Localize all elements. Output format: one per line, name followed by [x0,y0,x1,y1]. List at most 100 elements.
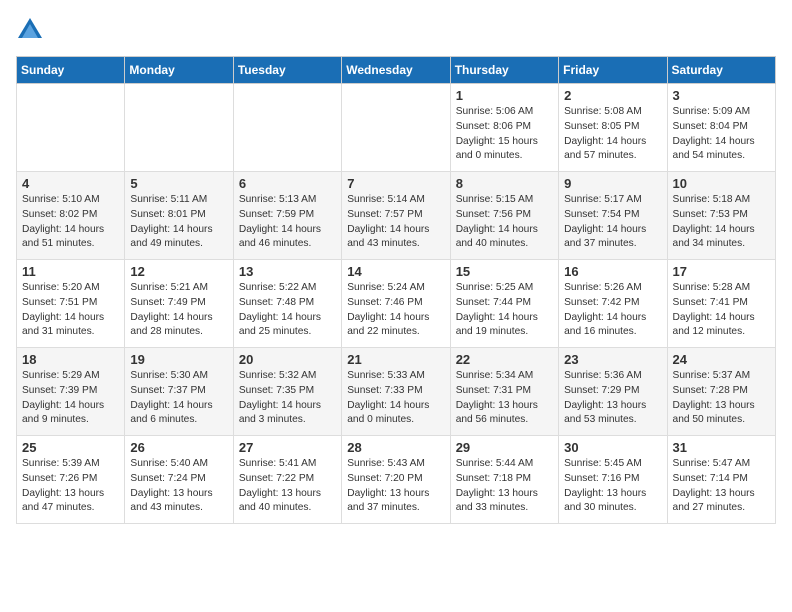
calendar-cell: 12 Sunrise: 5:21 AM Sunset: 7:49 PM Dayli… [125,260,233,348]
calendar-cell: 27 Sunrise: 5:41 AM Sunset: 7:22 PM Dayli… [233,436,341,524]
header-row: SundayMondayTuesdayWednesdayThursdayFrid… [17,57,776,84]
cell-content: Sunrise: 5:34 AM Sunset: 7:31 PM Dayligh… [456,369,553,428]
day-number: 8 [456,176,553,191]
calendar-cell: 29 Sunrise: 5:44 AM Sunset: 7:18 PM Dayli… [450,436,558,524]
calendar-cell: 3 Sunrise: 5:09 AM Sunset: 8:04 PM Daylig… [667,84,775,172]
day-number: 9 [564,176,661,191]
header-tuesday: Tuesday [233,57,341,84]
cell-content: Sunrise: 5:32 AM Sunset: 7:35 PM Dayligh… [239,369,336,428]
day-number: 2 [564,88,661,103]
day-number: 22 [456,352,553,367]
day-number: 11 [22,264,119,279]
day-number: 14 [347,264,444,279]
calendar-cell: 2 Sunrise: 5:08 AM Sunset: 8:05 PM Daylig… [559,84,667,172]
cell-content: Sunrise: 5:30 AM Sunset: 7:37 PM Dayligh… [130,369,227,428]
calendar-cell [342,84,450,172]
calendar-cell: 23Sunrise: 5:36 AM Sunset: 7:29 PM Dayli… [559,348,667,436]
calendar-cell: 22 Sunrise: 5:34 AM Sunset: 7:31 PM Dayli… [450,348,558,436]
calendar-cell: 17 Sunrise: 5:28 AM Sunset: 7:41 PM Dayli… [667,260,775,348]
calendar-cell: 20 Sunrise: 5:32 AM Sunset: 7:35 PM Dayli… [233,348,341,436]
cell-content: Sunrise: 5:45 AM Sunset: 7:16 PM Dayligh… [564,457,661,516]
day-number: 25 [22,440,119,455]
week-row-4: 18Sunrise: 5:29 AM Sunset: 7:39 PM Dayli… [17,348,776,436]
calendar-cell: 28 Sunrise: 5:43 AM Sunset: 7:20 PM Dayli… [342,436,450,524]
cell-content: Sunrise: 5:28 AM Sunset: 7:41 PM Dayligh… [673,281,770,340]
page-header [16,16,776,44]
cell-content: Sunrise: 5:25 AM Sunset: 7:44 PM Dayligh… [456,281,553,340]
day-number: 15 [456,264,553,279]
cell-content: Sunrise: 5:11 AM Sunset: 8:01 PM Dayligh… [130,193,227,252]
day-number: 16 [564,264,661,279]
cell-content: Sunrise: 5:22 AM Sunset: 7:48 PM Dayligh… [239,281,336,340]
calendar-cell: 9 Sunrise: 5:17 AM Sunset: 7:54 PM Daylig… [559,172,667,260]
cell-content: Sunrise: 5:18 AM Sunset: 7:53 PM Dayligh… [673,193,770,252]
week-row-1: 1 Sunrise: 5:06 AM Sunset: 8:06 PM Daylig… [17,84,776,172]
day-number: 29 [456,440,553,455]
day-number: 1 [456,88,553,103]
calendar-cell: 18Sunrise: 5:29 AM Sunset: 7:39 PM Dayli… [17,348,125,436]
logo [16,16,48,44]
cell-content: Sunrise: 5:14 AM Sunset: 7:57 PM Dayligh… [347,193,444,252]
cell-content: Sunrise: 5:06 AM Sunset: 8:06 PM Dayligh… [456,105,553,164]
calendar-cell: 16Sunrise: 5:26 AM Sunset: 7:42 PM Dayli… [559,260,667,348]
cell-content: Sunrise: 5:33 AM Sunset: 7:33 PM Dayligh… [347,369,444,428]
cell-content: Sunrise: 5:15 AM Sunset: 7:56 PM Dayligh… [456,193,553,252]
logo-icon [16,16,44,44]
cell-content: Sunrise: 5:20 AM Sunset: 7:51 PM Dayligh… [22,281,119,340]
day-number: 10 [673,176,770,191]
cell-content: Sunrise: 5:44 AM Sunset: 7:18 PM Dayligh… [456,457,553,516]
cell-content: Sunrise: 5:39 AM Sunset: 7:26 PM Dayligh… [22,457,119,516]
calendar-cell: 5 Sunrise: 5:11 AM Sunset: 8:01 PM Daylig… [125,172,233,260]
calendar-cell: 26Sunrise: 5:40 AM Sunset: 7:24 PM Dayli… [125,436,233,524]
day-number: 24 [673,352,770,367]
calendar-cell: 8 Sunrise: 5:15 AM Sunset: 7:56 PM Daylig… [450,172,558,260]
calendar-cell [233,84,341,172]
header-thursday: Thursday [450,57,558,84]
day-number: 31 [673,440,770,455]
week-row-5: 25 Sunrise: 5:39 AM Sunset: 7:26 PM Dayli… [17,436,776,524]
calendar-cell [17,84,125,172]
header-friday: Friday [559,57,667,84]
calendar-cell: 7 Sunrise: 5:14 AM Sunset: 7:57 PM Daylig… [342,172,450,260]
day-number: 18 [22,352,119,367]
cell-content: Sunrise: 5:13 AM Sunset: 7:59 PM Dayligh… [239,193,336,252]
calendar-cell: 11 Sunrise: 5:20 AM Sunset: 7:51 PM Dayli… [17,260,125,348]
day-number: 6 [239,176,336,191]
cell-content: Sunrise: 5:43 AM Sunset: 7:20 PM Dayligh… [347,457,444,516]
week-row-2: 4 Sunrise: 5:10 AM Sunset: 8:02 PM Daylig… [17,172,776,260]
calendar-cell: 31 Sunrise: 5:47 AM Sunset: 7:14 PM Dayli… [667,436,775,524]
calendar-cell: 6 Sunrise: 5:13 AM Sunset: 7:59 PM Daylig… [233,172,341,260]
cell-content: Sunrise: 5:24 AM Sunset: 7:46 PM Dayligh… [347,281,444,340]
cell-content: Sunrise: 5:47 AM Sunset: 7:14 PM Dayligh… [673,457,770,516]
calendar-cell: 15 Sunrise: 5:25 AM Sunset: 7:44 PM Dayli… [450,260,558,348]
day-number: 27 [239,440,336,455]
day-number: 4 [22,176,119,191]
cell-content: Sunrise: 5:17 AM Sunset: 7:54 PM Dayligh… [564,193,661,252]
calendar-cell: 4 Sunrise: 5:10 AM Sunset: 8:02 PM Daylig… [17,172,125,260]
day-number: 26 [130,440,227,455]
day-number: 30 [564,440,661,455]
calendar-cell: 30 Sunrise: 5:45 AM Sunset: 7:16 PM Dayli… [559,436,667,524]
cell-content: Sunrise: 5:41 AM Sunset: 7:22 PM Dayligh… [239,457,336,516]
week-row-3: 11 Sunrise: 5:20 AM Sunset: 7:51 PM Dayli… [17,260,776,348]
cell-content: Sunrise: 5:09 AM Sunset: 8:04 PM Dayligh… [673,105,770,164]
day-number: 17 [673,264,770,279]
cell-content: Sunrise: 5:37 AM Sunset: 7:28 PM Dayligh… [673,369,770,428]
day-number: 12 [130,264,227,279]
day-number: 7 [347,176,444,191]
cell-content: Sunrise: 5:08 AM Sunset: 8:05 PM Dayligh… [564,105,661,164]
calendar-cell: 1 Sunrise: 5:06 AM Sunset: 8:06 PM Daylig… [450,84,558,172]
day-number: 20 [239,352,336,367]
cell-content: Sunrise: 5:10 AM Sunset: 8:02 PM Dayligh… [22,193,119,252]
header-saturday: Saturday [667,57,775,84]
calendar-cell: 25 Sunrise: 5:39 AM Sunset: 7:26 PM Dayli… [17,436,125,524]
day-number: 21 [347,352,444,367]
cell-content: Sunrise: 5:21 AM Sunset: 7:49 PM Dayligh… [130,281,227,340]
day-number: 5 [130,176,227,191]
day-number: 3 [673,88,770,103]
calendar-table: SundayMondayTuesdayWednesdayThursdayFrid… [16,56,776,524]
calendar-cell: 13Sunrise: 5:22 AM Sunset: 7:48 PM Dayli… [233,260,341,348]
header-wednesday: Wednesday [342,57,450,84]
day-number: 19 [130,352,227,367]
day-number: 28 [347,440,444,455]
